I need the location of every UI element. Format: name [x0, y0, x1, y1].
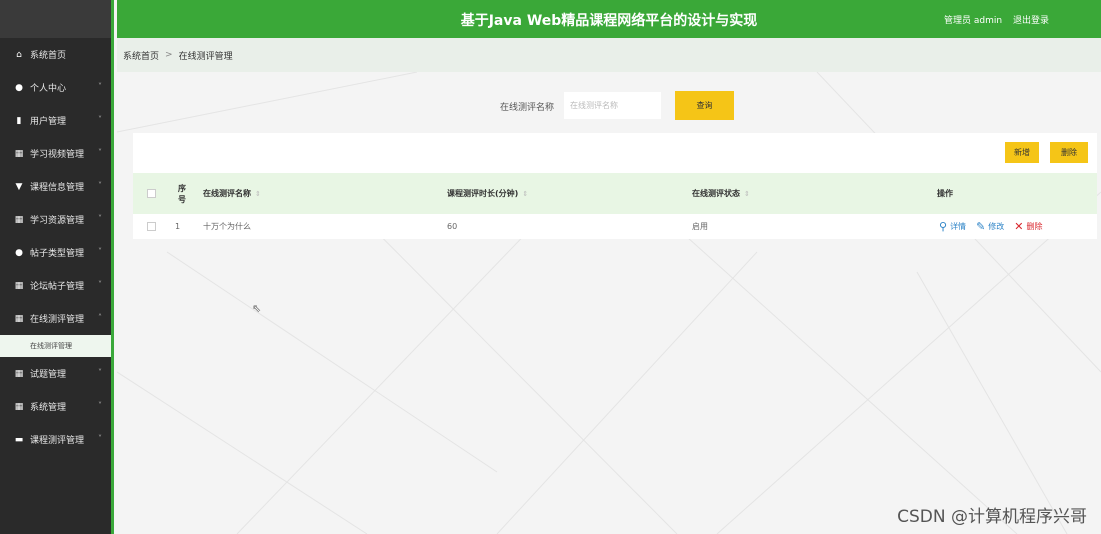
column-duration[interactable]: 课程测评时长(分钟) ⇕	[447, 173, 528, 214]
row-status: 启用	[692, 222, 708, 231]
sort-icon: ⇕	[744, 189, 750, 198]
search-bar: 在线测评名称 查询	[117, 90, 1101, 120]
top-header: 基于Java Web精品课程网络平台的设计与实现 管理员 admin 退出登录	[117, 0, 1101, 38]
sidebar: ⌂ 系统首页 ● 个人中心 ˅ ▮ 用户管理 ˅ ▦ 学习视频管理 ˅ ▼ 课程…	[0, 0, 114, 534]
chevron-down-icon: ˅	[98, 401, 102, 410]
select-all-cell	[147, 173, 156, 214]
grid-icon: ▦	[14, 214, 24, 225]
sidebar-item-system[interactable]: ▦ 系统管理 ˅	[0, 390, 114, 423]
chevron-down-icon: ˅	[98, 214, 102, 223]
view-detail-button[interactable]: ⚲ 详情	[939, 220, 966, 233]
breadcrumb-separator: >	[165, 50, 173, 60]
table-row: 1 十万个为什么 60 启用 ⚲ 详情 ✎ 修改 ✕ 删除	[133, 214, 1097, 239]
column-status-label: 在线测评状态	[692, 189, 740, 198]
mouse-cursor-icon: ⇖	[252, 302, 262, 315]
sidebar-item-label: 试题管理	[30, 370, 67, 380]
briefcase-icon: ▬	[14, 434, 24, 445]
grid-icon: ▦	[14, 368, 24, 379]
sort-icon: ⇕	[522, 189, 529, 198]
sidebar-item-label: 帖子类型管理	[30, 249, 85, 259]
sidebar-brand	[0, 0, 114, 38]
column-duration-label: 课程测评时长(分钟)	[447, 189, 519, 198]
sidebar-item-label: 在线测评管理	[30, 315, 85, 325]
user-icon: ●	[15, 82, 23, 93]
chevron-down-icon: ˅	[98, 247, 102, 256]
sort-icon: ⇕	[255, 189, 261, 198]
sidebar-subitem-online-eval[interactable]: 在线测评管理	[0, 335, 114, 357]
search-label: 在线测评名称	[500, 103, 555, 113]
column-name[interactable]: 在线测评名称 ⇕	[203, 173, 261, 214]
batch-delete-button[interactable]: 删除	[1050, 142, 1088, 163]
column-actions: 操作	[937, 189, 953, 198]
sidebar-item-forum[interactable]: ▦ 论坛帖子管理 ˅	[0, 269, 114, 302]
column-status[interactable]: 在线测评状态 ⇕	[692, 173, 750, 214]
chevron-down-icon: ˅	[98, 280, 102, 289]
sidebar-item-label: 系统管理	[30, 403, 67, 413]
search-icon: ⚲	[939, 220, 948, 233]
sidebar-item-questions[interactable]: ▦ 试题管理 ˅	[0, 357, 114, 390]
sidebar-item-courses[interactable]: ▼ 课程信息管理 ˅	[0, 170, 114, 203]
sidebar-item-label: 学习视频管理	[30, 150, 85, 160]
column-name-label: 在线测评名称	[203, 189, 251, 198]
edit-button[interactable]: ✎ 修改	[976, 220, 1004, 233]
breadcrumb-home[interactable]: 系统首页	[123, 49, 159, 62]
row-index: 1	[175, 222, 181, 231]
clipboard-icon: ▮	[16, 115, 22, 126]
chevron-down-icon: ˅	[98, 434, 102, 443]
chevron-down-icon: ˅	[98, 115, 102, 124]
select-all-checkbox[interactable]	[147, 189, 156, 198]
grid-icon: ▦	[14, 280, 24, 291]
grid-icon: ▦	[14, 148, 24, 159]
user-label: 管理员 admin	[944, 16, 1003, 26]
row-checkbox[interactable]	[147, 222, 156, 231]
sidebar-item-label: 课程信息管理	[30, 183, 85, 193]
table-panel: 新增 删除 序号 在线测评名称 ⇕ 课程测评时长(分钟) ⇕ 在线测评状态 ⇕ …	[133, 133, 1097, 239]
row-name: 十万个为什么	[203, 222, 251, 231]
add-button[interactable]: 新增	[1005, 142, 1039, 163]
search-input[interactable]	[564, 92, 661, 119]
view-label: 详情	[950, 222, 967, 231]
chevron-down-icon: ˅	[98, 148, 102, 157]
home-icon: ⌂	[16, 49, 22, 60]
pencil-icon: ✎	[976, 220, 986, 233]
table-header: 序号 在线测评名称 ⇕ 课程测评时长(分钟) ⇕ 在线测评状态 ⇕ 操作	[133, 173, 1097, 214]
row-duration: 60	[447, 222, 458, 231]
row-actions: ⚲ 详情 ✎ 修改 ✕ 删除	[939, 214, 1053, 239]
funnel-icon: ▼	[15, 181, 23, 192]
delete-label: 删除	[1026, 222, 1043, 231]
search-button[interactable]: 查询	[675, 91, 734, 120]
sidebar-item-label: 课程测评管理	[30, 436, 85, 446]
grid-icon: ▦	[14, 401, 24, 412]
breadcrumb-current: 在线测评管理	[178, 51, 233, 62]
chevron-down-icon: ˅	[98, 82, 102, 91]
edit-label: 修改	[988, 222, 1005, 231]
chevron-down-icon: ˅	[98, 368, 102, 377]
sidebar-item-label: 个人中心	[30, 84, 67, 94]
sidebar-item-videos[interactable]: ▦ 学习视频管理 ˅	[0, 137, 114, 170]
delete-button[interactable]: ✕ 删除	[1014, 220, 1042, 233]
sidebar-item-users[interactable]: ▮ 用户管理 ˅	[0, 104, 114, 137]
sidebar-item-post-types[interactable]: ● 帖子类型管理 ˅	[0, 236, 114, 269]
close-icon: ✕	[1014, 220, 1024, 233]
sidebar-item-label: 用户管理	[30, 117, 67, 127]
chevron-up-icon: ˄	[98, 313, 102, 322]
sidebar-item-profile[interactable]: ● 个人中心 ˅	[0, 71, 114, 104]
sidebar-item-label: 论坛帖子管理	[30, 282, 85, 292]
logout-link[interactable]: 退出登录	[1013, 16, 1049, 26]
column-index: 序号	[178, 183, 186, 204]
grid-icon: ▦	[14, 313, 24, 324]
chevron-down-icon: ˅	[98, 181, 102, 190]
row-select-cell	[147, 214, 156, 239]
sidebar-item-label: 系统首页	[30, 51, 67, 61]
sidebar-item-label: 学习资源管理	[30, 216, 85, 226]
watermark: CSDN @计算机程序兴哥	[897, 507, 1087, 527]
sidebar-item-home[interactable]: ⌂ 系统首页	[0, 38, 114, 71]
breadcrumb: 系统首页 > 在线测评管理	[117, 38, 1101, 72]
sidebar-item-course-eval[interactable]: ▬ 课程测评管理 ˅	[0, 423, 114, 456]
sidebar-item-online-eval[interactable]: ▦ 在线测评管理 ˄	[0, 302, 114, 335]
user-area: 管理员 admin 退出登录	[944, 13, 1049, 26]
sidebar-item-resources[interactable]: ▦ 学习资源管理 ˅	[0, 203, 114, 236]
user-icon: ●	[15, 247, 23, 258]
